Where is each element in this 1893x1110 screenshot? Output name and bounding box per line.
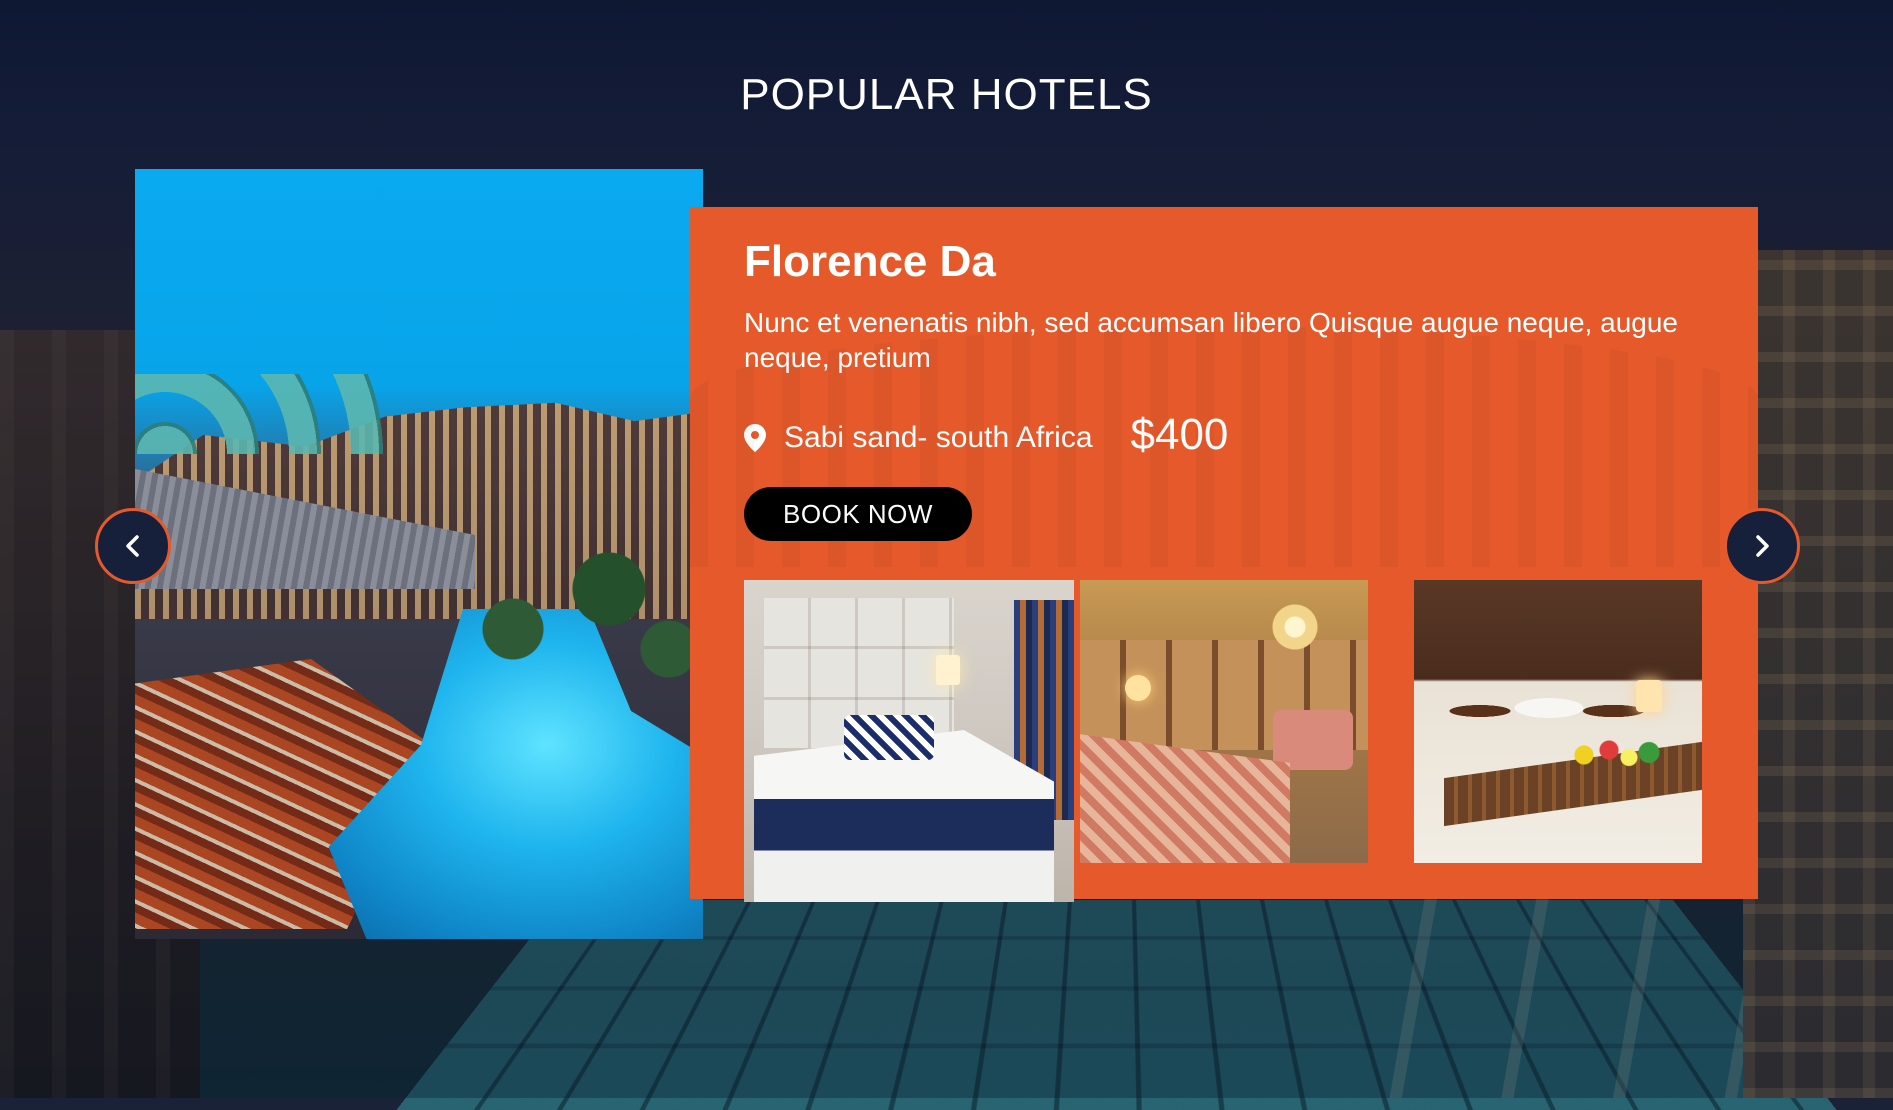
hotel-name: Florence Da	[744, 237, 996, 286]
chevron-left-icon	[126, 535, 139, 557]
prev-slide-button[interactable]	[95, 508, 171, 584]
hotel-location: Sabi sand- south Africa	[784, 421, 1093, 454]
chandelier	[1265, 602, 1325, 652]
pillow	[844, 715, 934, 760]
sofa	[1273, 710, 1353, 770]
lamp	[1125, 675, 1151, 701]
chevron-right-icon	[1756, 535, 1769, 557]
hotel-main-image	[135, 169, 703, 939]
hotel-palms	[465, 529, 703, 729]
flowers	[1564, 730, 1664, 780]
lamp	[1636, 680, 1662, 712]
lamp	[936, 655, 960, 685]
next-slide-button[interactable]	[1724, 508, 1800, 584]
hotel-description: Nunc et venenatis nibh, sed accumsan lib…	[744, 307, 1678, 373]
section-title: POPULAR HOTELS	[740, 70, 1153, 119]
hotel-price: $400	[1130, 410, 1229, 459]
room-thumbnail[interactable]	[1414, 580, 1702, 863]
room-thumbnail[interactable]	[744, 580, 1074, 902]
hotel-location-row: Sabi sand- south Africa $400	[744, 410, 1229, 463]
hotel-domes	[135, 374, 395, 454]
hotel-info-card: Florence Da Nunc et venenatis nibh, sed …	[690, 207, 1758, 902]
pillows	[1434, 675, 1664, 735]
room-thumbnail[interactable]	[1080, 580, 1368, 863]
book-now-button[interactable]: BOOK NOW	[744, 487, 972, 541]
map-pin-icon	[744, 424, 766, 452]
